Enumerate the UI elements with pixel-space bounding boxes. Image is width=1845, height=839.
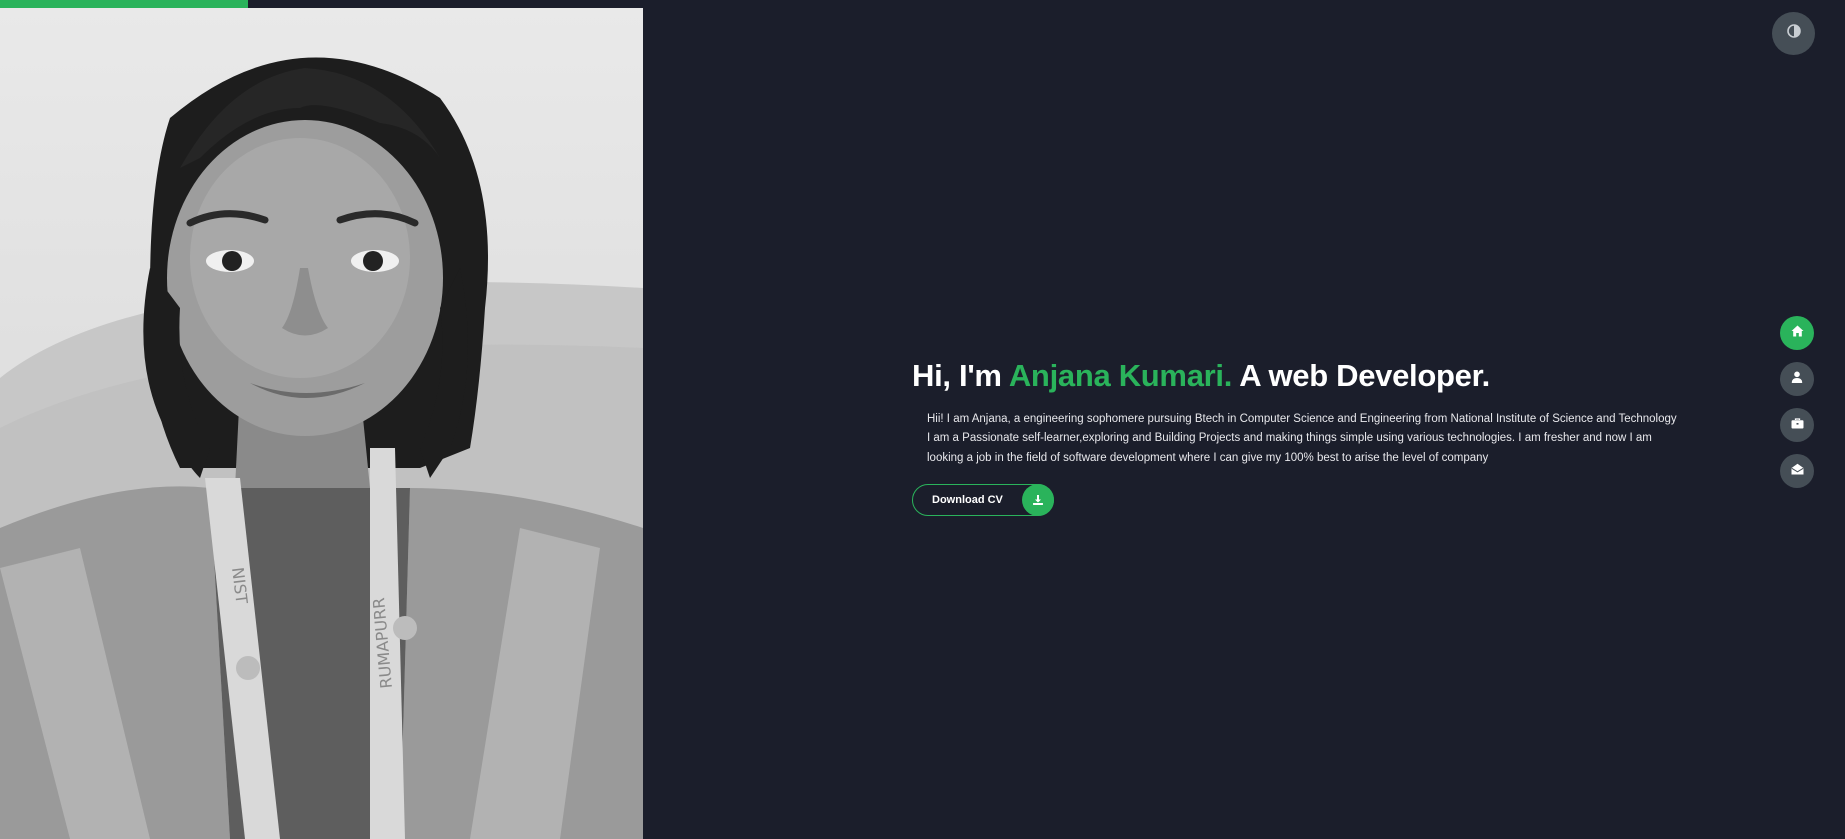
hero-about-text: Hii! I am Anjana, a engineering sophomer… xyxy=(927,413,1677,464)
page: NIST RUMAPURR Hi, I'm Anjana Kumari. A w… xyxy=(0,0,1845,839)
profile-photo: NIST RUMAPURR xyxy=(0,8,643,839)
download-cv-label: Download CV xyxy=(932,494,1003,507)
nav-item-contact[interactable] xyxy=(1780,454,1814,488)
nav-item-home[interactable] xyxy=(1780,316,1814,350)
scroll-progress-bar xyxy=(0,0,248,8)
hero-name: Anjana Kumari. xyxy=(1008,358,1233,393)
profile-photo-illustration: NIST RUMAPURR xyxy=(0,57,643,839)
hero-role: A web Developer. xyxy=(1232,358,1490,393)
hero-greeting: Hi, I'm xyxy=(912,358,1009,393)
hero-headline: Hi, I'm Anjana Kumari. A web Developer. xyxy=(912,356,1672,396)
download-icon xyxy=(1022,484,1054,517)
briefcase-icon xyxy=(1791,416,1804,434)
side-nav xyxy=(1780,316,1814,488)
user-icon xyxy=(1791,370,1803,388)
home-icon xyxy=(1791,324,1804,342)
nav-item-about[interactable] xyxy=(1780,362,1814,396)
nav-item-portfolio[interactable] xyxy=(1780,408,1814,442)
envelope-open-icon xyxy=(1791,462,1804,480)
download-cv-button[interactable]: Download CV xyxy=(912,484,1054,517)
hero-content: Hi, I'm Anjana Kumari. A web Developer. … xyxy=(912,356,1677,517)
contrast-icon xyxy=(1786,24,1801,43)
theme-toggle-button[interactable] xyxy=(1772,12,1815,55)
